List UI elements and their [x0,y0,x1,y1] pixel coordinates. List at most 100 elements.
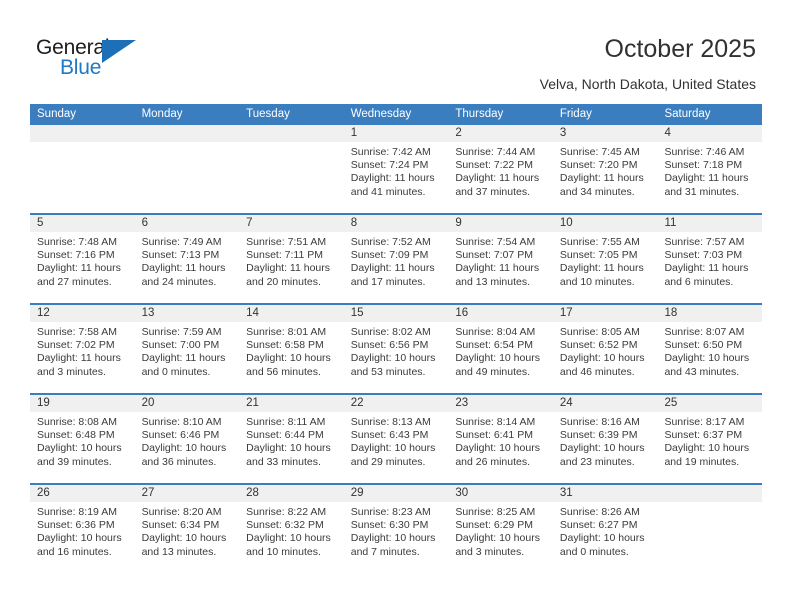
calendar-day-cell[interactable]: 21 Sunrise: 8:11 AM Sunset: 6:44 PM Dayligh… [239,395,344,483]
day-number-header: 5 [30,215,135,232]
sunrise-text: Sunrise: 7:54 AM [455,236,536,248]
sunrise-text: Sunrise: 7:51 AM [246,236,327,248]
day-details: Sunrise: 8:08 AM Sunset: 6:48 PM Daylight:… [30,412,135,469]
daylight-text-cont: and 29 minutes. [350,455,426,468]
daylight-text-cont: and 26 minutes. [455,455,531,468]
day-number: 14 [246,307,259,319]
day-details: Sunrise: 8:07 AM Sunset: 6:50 PM Daylight:… [657,322,762,379]
day-details: Sunrise: 7:44 AM Sunset: 7:22 PM Daylight:… [448,142,553,199]
daylight-text-cont: and 0 minutes. [141,365,211,378]
calendar-day-cell[interactable]: 3 Sunrise: 7:45 AM Sunset: 7:20 PM Daylight… [552,125,658,213]
sunrise-text: Sunrise: 8:08 AM [37,416,117,428]
sunrise-text: Sunrise: 8:04 AM [455,326,536,338]
sunset-text: Sunset: 6:56 PM [350,339,429,352]
daylight-text: Daylight: 11 hours [455,262,540,275]
calendar-day-cell[interactable]: 13 Sunrise: 7:59 AM Sunset: 7:00 PM Dayligh… [134,305,240,393]
sunset-text: Sunset: 6:44 PM [246,429,324,442]
day-number-header: 28 [239,485,344,502]
calendar-day-cell[interactable]: 5 Sunrise: 7:48 AM Sunset: 7:16 PM Daylight… [30,215,135,303]
calendar-day-cell[interactable]: 28 Sunrise: 8:22 AM Sunset: 6:32 PM Dayligh… [239,485,344,573]
calendar-weeks: 1 Sunrise: 7:42 AM Sunset: 7:24 PM Daylight… [30,125,763,573]
daylight-text: Daylight: 10 hours [37,442,122,455]
calendar-day-cell[interactable]: 22 Sunrise: 8:13 AM Sunset: 6:43 PM Dayligh… [343,395,449,483]
day-number: 28 [246,487,259,499]
sunset-text: Sunset: 6:37 PM [664,429,743,442]
day-number: 3 [559,127,567,139]
day-details [135,142,240,146]
daylight-text-cont: and 3 minutes. [455,545,525,558]
sunrise-text: Sunrise: 8:11 AM [246,416,326,428]
day-number: 24 [559,397,573,409]
day-details: Sunrise: 7:45 AM Sunset: 7:20 PM Daylight:… [553,142,658,199]
sunrise-text: Sunrise: 8:02 AM [350,326,431,338]
calendar-day-cell[interactable]: 6 Sunrise: 7:49 AM Sunset: 7:13 PM Daylight… [134,215,240,303]
calendar-day-cell[interactable]: 8 Sunrise: 7:52 AM Sunset: 7:09 PM Daylight… [343,215,449,303]
daylight-text-cont: and 36 minutes. [141,455,217,468]
calendar-day-cell[interactable]: 25 Sunrise: 8:17 AM Sunset: 6:37 PM Dayligh… [657,395,763,483]
calendar-day-cell[interactable]: 4 Sunrise: 7:46 AM Sunset: 7:18 PM Daylight… [657,125,763,213]
calendar-day-cell[interactable]: 19 Sunrise: 8:08 AM Sunset: 6:48 PM Dayligh… [30,395,135,483]
daylight-text: Daylight: 10 hours [455,352,540,365]
calendar-day-cell[interactable]: 30 Sunrise: 8:25 AM Sunset: 6:29 PM Dayligh… [448,485,553,573]
calendar-day-cell[interactable]: 26 Sunrise: 8:19 AM Sunset: 6:36 PM Dayligh… [30,485,135,573]
sunset-text: Sunset: 6:30 PM [350,519,429,532]
weekday-header-thursday: Thursday [455,108,504,120]
sunrise-text: Sunrise: 7:48 AM [37,236,117,248]
sunset-text: Sunset: 6:36 PM [37,519,115,532]
calendar-day-cell[interactable]: 1 Sunrise: 7:42 AM Sunset: 7:24 PM Daylight… [343,125,449,213]
weekday-header-sunday: Sunday [37,108,77,120]
day-number-header: 3 [552,125,658,142]
sunset-text: Sunset: 6:32 PM [246,519,324,532]
calendar-day-cell[interactable]: 23 Sunrise: 8:14 AM Sunset: 6:41 PM Dayligh… [448,395,553,483]
day-number: 31 [559,487,573,499]
daylight-text-cont: and 23 minutes. [559,455,635,468]
day-details [239,142,344,146]
day-number-header [239,125,344,142]
calendar-day-cell-empty [239,125,344,213]
sunrise-text: Sunrise: 8:22 AM [246,506,327,518]
calendar-day-cell[interactable]: 31 Sunrise: 8:26 AM Sunset: 6:27 PM Dayligh… [552,485,658,573]
day-number: 5 [37,217,44,229]
daylight-text-cont: and 6 minutes. [664,275,734,288]
sunset-text: Sunset: 7:09 PM [350,249,429,262]
sunrise-text: Sunrise: 7:49 AM [141,236,222,248]
calendar-day-cell[interactable]: 17 Sunrise: 8:05 AM Sunset: 6:52 PM Dayligh… [552,305,658,393]
calendar-day-cell[interactable]: 16 Sunrise: 8:04 AM Sunset: 6:54 PM Dayligh… [448,305,553,393]
day-number-header [134,125,240,142]
calendar-day-cell[interactable]: 24 Sunrise: 8:16 AM Sunset: 6:39 PM Dayligh… [552,395,658,483]
general-blue-logo[interactable]: General Blue [36,36,156,82]
calendar-day-cell[interactable]: 7 Sunrise: 7:51 AM Sunset: 7:11 PM Daylight… [239,215,344,303]
calendar-day-cell[interactable]: 15 Sunrise: 8:02 AM Sunset: 6:56 PM Dayligh… [343,305,449,393]
calendar-day-cell[interactable]: 18 Sunrise: 8:07 AM Sunset: 6:50 PM Dayligh… [657,305,763,393]
sunset-text: Sunset: 7:18 PM [664,159,743,172]
calendar-day-cell[interactable]: 14 Sunrise: 8:01 AM Sunset: 6:58 PM Dayligh… [239,305,344,393]
sunrise-text: Sunrise: 8:13 AM [350,416,431,428]
daylight-text: Daylight: 10 hours [664,352,750,365]
sunrise-text: Sunrise: 8:01 AM [246,326,327,338]
day-number-header: 23 [448,395,553,412]
sunset-text: Sunset: 6:46 PM [141,429,220,442]
day-details: Sunrise: 7:52 AM Sunset: 7:09 PM Daylight:… [344,232,449,289]
day-number-header: 13 [134,305,240,322]
day-number: 13 [141,307,155,319]
day-number-header: 20 [134,395,240,412]
day-details: Sunrise: 7:54 AM Sunset: 7:07 PM Daylight:… [448,232,553,289]
day-number: 15 [350,307,364,319]
calendar-day-cell[interactable]: 12 Sunrise: 7:58 AM Sunset: 7:02 PM Dayligh… [30,305,135,393]
day-number-header: 15 [343,305,449,322]
day-details: Sunrise: 8:22 AM Sunset: 6:32 PM Daylight:… [239,502,344,559]
calendar-day-cell[interactable]: 9 Sunrise: 7:54 AM Sunset: 7:07 PM Daylight… [448,215,553,303]
calendar-day-cell[interactable]: 10 Sunrise: 7:55 AM Sunset: 7:05 PM Dayligh… [552,215,658,303]
day-details: Sunrise: 7:46 AM Sunset: 7:18 PM Daylight:… [657,142,762,199]
weekday-header-tuesday: Tuesday [246,108,290,120]
calendar-day-cell[interactable]: 20 Sunrise: 8:10 AM Sunset: 6:46 PM Dayligh… [134,395,240,483]
calendar-day-cell[interactable]: 27 Sunrise: 8:20 AM Sunset: 6:34 PM Dayligh… [134,485,240,573]
sunrise-text: Sunrise: 8:20 AM [141,506,222,518]
day-details: Sunrise: 8:16 AM Sunset: 6:39 PM Daylight:… [553,412,658,469]
calendar-day-cell[interactable]: 29 Sunrise: 8:23 AM Sunset: 6:30 PM Dayligh… [343,485,449,573]
day-details: Sunrise: 7:49 AM Sunset: 7:13 PM Daylight:… [135,232,240,289]
calendar-day-cell[interactable]: 2 Sunrise: 7:44 AM Sunset: 7:22 PM Daylight… [448,125,553,213]
calendar-day-cell[interactable]: 11 Sunrise: 7:57 AM Sunset: 7:03 PM Dayligh… [657,215,763,303]
day-details: Sunrise: 8:02 AM Sunset: 6:56 PM Daylight:… [344,322,449,379]
day-number: 21 [246,397,259,409]
